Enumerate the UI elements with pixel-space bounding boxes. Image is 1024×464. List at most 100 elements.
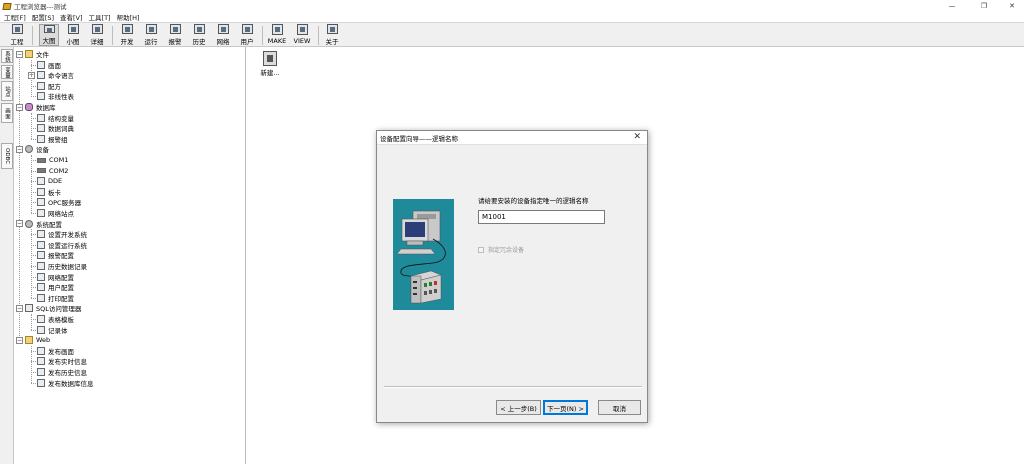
collapse-icon[interactable]: − [16,220,23,228]
side-tab-strip: 系统 变量 站点 画面 ODBC [0,47,14,464]
tree-node-label: 发布数据库信息 [48,379,94,388]
toolbar-label: 关于 [325,38,339,46]
tree-node-label: 文件 [36,51,49,59]
com-icon [37,157,46,163]
redundant-device-label: 指定冗余设备 [488,247,525,254]
tree-node[interactable]: 用户配置 [37,282,74,292]
tree-node[interactable]: 命令语言 [37,70,74,80]
collapse-icon[interactable]: − [16,103,23,111]
tree-node[interactable]: 配方 [37,81,61,91]
toolbar-label: 工程 [10,38,24,46]
menu-help[interactable]: 帮助[H] [117,12,140,22]
collapse-icon[interactable]: − [16,336,23,344]
side-tab-odbc[interactable]: ODBC [1,143,13,169]
toolbar-develop-button[interactable]: 开发 [118,24,136,46]
tree-node[interactable]: 板卡 [37,187,61,197]
tree-node[interactable]: 报警组 [37,134,68,144]
toolbar-make-button[interactable]: MAKE [266,24,288,46]
tree-node[interactable]: Web [25,335,50,345]
tree-node[interactable]: 文件 [25,49,49,59]
toolbar-separator [32,26,33,45]
close-window-button[interactable]: ✕ [1000,0,1024,12]
tree-node-label: COM1 [49,156,69,164]
collapse-icon[interactable]: − [16,145,23,153]
redundant-device-checkbox-row[interactable]: 指定冗余设备 [478,245,524,254]
wizard-illustration [393,199,454,310]
toolbar-separator [318,26,319,45]
tree-node-label: 发布画面 [48,347,74,356]
dev-setting-icon [37,230,45,239]
tree-node-label: 发布历史信息 [48,369,87,377]
menu-view[interactable]: 查看[V] [60,12,83,22]
side-tab-system[interactable]: 系统 [1,49,13,63]
tree-node[interactable]: 设备 [25,144,49,154]
redundant-device-checkbox[interactable] [478,246,484,253]
dialog-title-bar: 设备配置向导——逻辑名称 [377,131,647,145]
tree-node[interactable]: 设置开发系统 [37,229,87,239]
tree-node[interactable]: SQL访问管理器 [25,303,81,313]
back-button[interactable]: < 上一步(B) [496,400,541,415]
collapse-icon[interactable]: − [16,304,23,312]
logical-name-input[interactable] [478,210,605,224]
dictionary-icon [37,124,45,133]
toolbar-history-button[interactable]: 历史 [190,24,208,46]
tree-node-label: 设备 [36,146,49,155]
menu-config[interactable]: 配置[S] [32,12,54,22]
new-item[interactable]: 新建... [256,51,284,77]
restore-button[interactable]: ❐ [972,0,996,12]
tree-node[interactable]: 网络配置 [37,272,74,282]
tree-node[interactable]: 发布历史信息 [37,367,87,377]
toolbar-network-button[interactable]: 网络 [214,24,232,46]
next-button[interactable]: 下一页(N) > [543,400,588,415]
tree-node[interactable]: 发布实时信息 [37,356,87,366]
tree-node[interactable]: 发布画面 [37,346,74,356]
tree-node-label: 网络配置 [48,273,74,282]
tree-node[interactable]: 画面 [37,60,61,70]
tree-node[interactable]: COM1 [37,155,68,165]
toolbar-label: 小图 [66,38,80,46]
dde-icon [37,177,45,186]
side-tab-screens[interactable]: 画面 [1,103,13,123]
tree-node[interactable]: 表格模板 [37,314,74,324]
collapse-icon[interactable]: − [16,50,23,58]
tree-node[interactable]: COM2 [37,166,68,176]
tree-node[interactable]: 结构变量 [37,113,74,123]
cancel-button[interactable]: 取消 [598,400,641,415]
tree-node[interactable]: 非线性表 [37,91,74,101]
tree-node-label: COM2 [49,166,69,175]
toolbar-run-button[interactable]: 运行 [142,24,160,46]
menu-project[interactable]: 工程[F] [4,12,26,22]
tree-node-label: 板卡 [48,188,61,197]
menu-tools[interactable]: 工具[T] [89,12,111,22]
side-tab-stations[interactable]: 站点 [1,81,13,101]
tree-node[interactable]: 发布数据库信息 [37,378,94,388]
tree-node[interactable]: 打印配置 [37,293,74,303]
tree-node[interactable]: 数据库 [25,102,56,112]
minimize-button[interactable]: — [940,0,964,12]
recipe-icon [37,81,45,90]
side-tab-variables[interactable]: 变量 [1,65,13,79]
toolbar-about-button[interactable]: 关于 [323,24,341,46]
tree-node[interactable]: 记录体 [37,325,68,335]
publish-screen-icon [37,346,45,355]
network-icon [37,209,45,217]
tree-node[interactable]: DDE [37,176,62,186]
tree-node[interactable]: 系统配置 [25,219,62,229]
tree-node-label: 画面 [48,61,61,70]
tree-node[interactable]: 设置运行系统 [37,240,87,250]
tree-node[interactable]: 数据词典 [37,123,74,133]
tree-node[interactable]: 历史数据记录 [37,261,87,271]
toolbar-large-icons-button[interactable]: 大图 [39,24,59,46]
tree-node[interactable]: OPC服务器 [37,197,81,207]
toolbar-alarm-button[interactable]: 报警 [166,24,184,46]
toolbar-details-button[interactable]: 详细 [88,24,106,46]
tree-node[interactable]: 报警配置 [37,250,74,260]
toolbar-view-button[interactable]: VIEW [291,24,313,46]
tree-guide-line [31,155,32,214]
toolbar-project-button[interactable]: 工程 [8,24,26,46]
tree-node[interactable]: 网络站点 [37,208,74,218]
toolbar-label: 网络 [216,38,230,46]
toolbar-small-icons-button[interactable]: 小图 [64,24,82,46]
dialog-close-button[interactable]: ✕ [633,132,641,142]
toolbar-user-button[interactable]: 用户 [238,24,256,46]
